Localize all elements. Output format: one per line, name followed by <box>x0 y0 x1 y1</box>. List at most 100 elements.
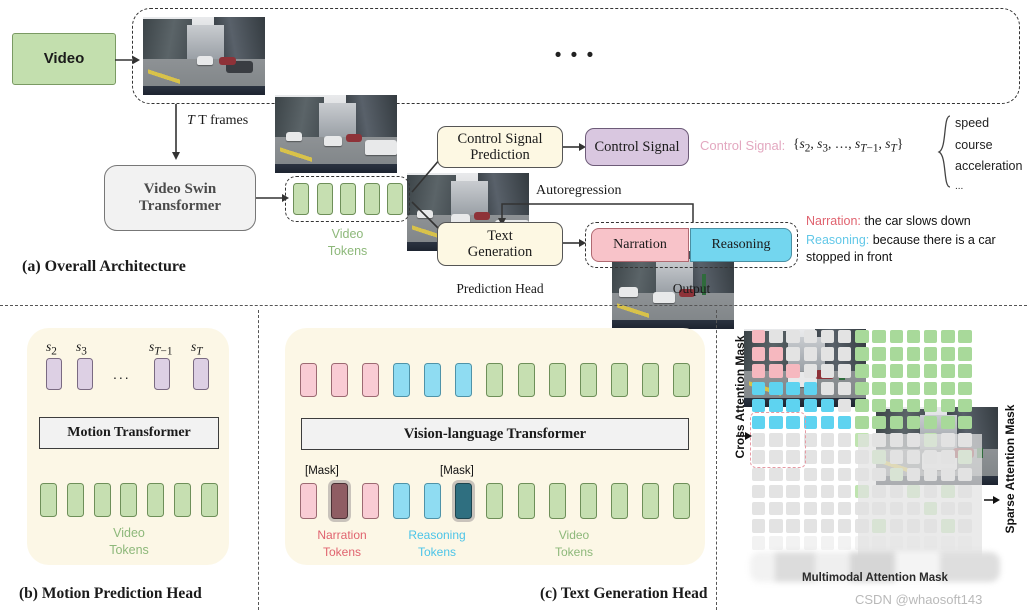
reasoning-output-label: Reasoning <box>711 237 771 253</box>
mask-cell <box>752 467 766 481</box>
vision-language-transformer-box: Vision-language Transformer <box>301 418 689 450</box>
control-signal-formula-prefix: Control Signal: <box>700 138 786 153</box>
green-token <box>610 363 628 397</box>
mask-cell <box>906 347 921 361</box>
control-pred-line1: Control Signal <box>457 130 543 147</box>
video-frame <box>143 17 265 95</box>
blue-token <box>393 363 411 397</box>
mask-cell <box>838 433 852 447</box>
mask-cell <box>941 416 955 430</box>
state-token-label: sT <box>191 339 203 358</box>
mask-label: [Mask] <box>440 465 474 477</box>
video-token <box>387 183 403 215</box>
mask-cell <box>786 536 800 550</box>
panel-b-video-caption-line1: Video <box>113 526 145 540</box>
mask-cell <box>889 398 903 413</box>
motion-transformer-label: Motion Transformer <box>67 425 191 441</box>
signal-item: ... <box>955 180 964 192</box>
mask-cell <box>769 484 783 499</box>
mask-cell <box>906 330 921 344</box>
mask-cell <box>838 502 852 516</box>
mask-cell <box>820 398 835 413</box>
mask-cell <box>872 347 886 361</box>
mask-cell <box>924 364 938 378</box>
narration-description: Narration: the car slows down <box>806 212 971 231</box>
mask-cell <box>855 381 869 395</box>
reasoning-tokens-caption: Reasoning Tokens <box>391 527 483 561</box>
mask-cell <box>752 381 766 395</box>
mask-cell <box>820 433 835 447</box>
video-token <box>340 183 356 215</box>
mask-cell <box>958 381 972 395</box>
mask-cell <box>958 330 972 344</box>
panel-c-bottom-token-row <box>300 482 690 520</box>
mask-cell <box>838 484 852 499</box>
autoregression-label: Autoregression <box>536 183 622 198</box>
mask-cell <box>803 398 817 413</box>
narration-caption-line1: Narration <box>317 528 367 542</box>
mask-cell <box>838 519 852 533</box>
reasoning-caption-line1: Reasoning <box>408 528 466 542</box>
frames-ellipsis: • • • <box>554 45 596 66</box>
green-token <box>486 363 504 397</box>
mask-cell <box>752 519 766 533</box>
signal-item: speed <box>955 116 990 130</box>
mask-cell <box>803 467 817 481</box>
mask-cell <box>820 364 835 378</box>
green-token <box>641 363 659 397</box>
mask-cell <box>855 416 869 430</box>
blue-token <box>424 483 442 519</box>
mask-cell <box>906 364 921 378</box>
mask-cell <box>752 502 766 516</box>
control-signal-box-label: Control Signal <box>594 138 680 155</box>
panel-c-video-caption-line2: Tokens <box>554 544 594 559</box>
mask-cell <box>889 330 903 344</box>
horizontal-divider <box>0 305 1027 306</box>
panel-b-video-tokens-row <box>40 483 218 517</box>
mask-cell <box>769 519 783 533</box>
vertical-divider-2 <box>716 310 717 610</box>
mask-cell <box>872 330 886 344</box>
mask-cell <box>803 502 817 516</box>
green-token <box>610 483 628 519</box>
mask-cell <box>786 381 800 395</box>
mask-cell <box>786 347 800 361</box>
blue-token <box>393 483 411 519</box>
panel-c-video-caption-line1: Video <box>558 528 590 542</box>
masked-token <box>455 483 473 519</box>
mask-cell <box>941 347 955 361</box>
mask-cell <box>820 519 835 533</box>
mask-cell <box>786 502 800 516</box>
mask-cell <box>872 381 886 395</box>
mask-cell <box>820 467 835 481</box>
mask-cell <box>786 330 800 344</box>
mask-cell <box>769 502 783 516</box>
mask-cell <box>889 364 903 378</box>
pink-token <box>362 483 380 519</box>
pink-token <box>331 363 349 397</box>
mask-cell <box>889 347 903 361</box>
watermark: CSDN @whaosoft143 <box>855 592 983 607</box>
mask-cell <box>752 398 766 413</box>
pink-token <box>300 363 317 397</box>
cross-attention-highlight <box>750 412 806 468</box>
pink-token <box>362 363 380 397</box>
mask-cell <box>769 381 783 395</box>
mask-cell <box>906 416 921 430</box>
mask-cell <box>838 416 852 430</box>
video-token <box>316 183 333 215</box>
mask-cell <box>924 330 938 344</box>
narration-tokens-caption: Narration Tokens <box>296 527 388 561</box>
pink-token <box>300 483 317 519</box>
green-token <box>517 483 535 519</box>
panel-a-caption: (a) Overall Architecture <box>22 258 186 275</box>
panel-b-caption: (b) Motion Prediction Head <box>19 585 202 602</box>
signal-items-list: speed course acceleration ... <box>955 113 1022 195</box>
green-token <box>486 483 504 519</box>
reasoning-caption-line2: Tokens <box>417 544 457 559</box>
motion-transformer-box: Motion Transformer <box>39 417 219 449</box>
mask-cell <box>803 519 817 533</box>
mask-cell <box>752 364 766 378</box>
mask-cell <box>820 381 835 395</box>
mask-cell <box>769 330 783 344</box>
